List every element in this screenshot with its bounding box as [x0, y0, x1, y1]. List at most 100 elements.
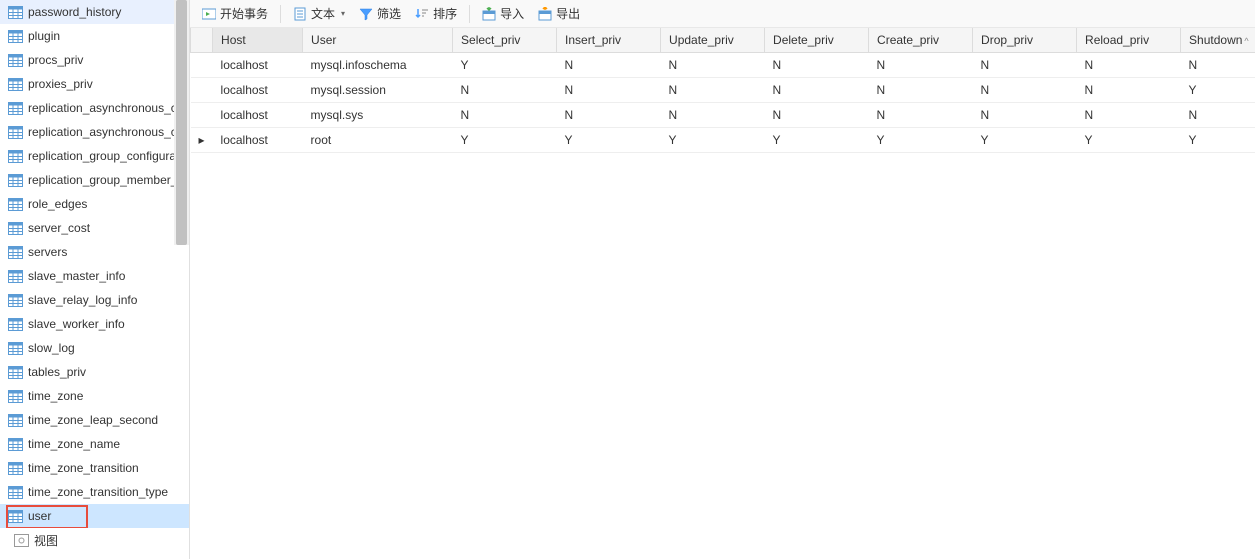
sidebar-item-server-cost[interactable]: server_cost	[0, 216, 189, 240]
cell[interactable]: Y	[1181, 77, 1255, 102]
cell[interactable]: Y	[661, 127, 765, 152]
cell[interactable]: N	[661, 52, 765, 77]
sidebar-item-proxies-priv[interactable]: proxies_priv	[0, 72, 189, 96]
cell[interactable]: N	[1077, 102, 1181, 127]
tree-item-label: replication_group_configuration_version	[28, 149, 189, 163]
sort-button[interactable]: 排序	[409, 3, 463, 25]
cell[interactable]: N	[973, 52, 1077, 77]
cell[interactable]: Y	[1077, 127, 1181, 152]
sidebar-item-replication-asynchronous-connection-failover[interactable]: replication_asynchronous_connection_fail…	[0, 96, 189, 120]
row-indicator	[191, 52, 213, 77]
cell[interactable]: N	[1077, 52, 1181, 77]
cell[interactable]: localhost	[213, 127, 303, 152]
column-header-delete_priv[interactable]: Delete_priv	[765, 28, 869, 52]
cell[interactable]: mysql.sys	[303, 102, 453, 127]
filter-button[interactable]: 筛选	[353, 3, 407, 25]
sidebar-item-procs-priv[interactable]: procs_priv	[0, 48, 189, 72]
table-icon	[8, 318, 23, 331]
cell[interactable]: N	[661, 102, 765, 127]
cell[interactable]: root	[303, 127, 453, 152]
cell[interactable]: N	[973, 102, 1077, 127]
table-row[interactable]: localhostmysql.infoschemaYNNNNNNN	[191, 52, 1255, 77]
table-row[interactable]: localhostmysql.sessionNNNNNNNY	[191, 77, 1255, 102]
sidebar-item-replication-asynchronous-connection-failover-managed[interactable]: replication_asynchronous_connection_fail…	[0, 120, 189, 144]
cell[interactable]: N	[1181, 52, 1255, 77]
cell[interactable]: N	[661, 77, 765, 102]
column-header-insert_priv[interactable]: Insert_priv	[557, 28, 661, 52]
sidebar-item-slave-relay-log-info[interactable]: slave_relay_log_info	[0, 288, 189, 312]
scrollbar-thumb[interactable]	[176, 0, 187, 245]
export-label: 导出	[556, 5, 580, 22]
cell[interactable]: Y	[453, 52, 557, 77]
cell[interactable]: N	[869, 52, 973, 77]
sidebar-item-plugin[interactable]: plugin	[0, 24, 189, 48]
sidebar-item-tables-priv[interactable]: tables_priv	[0, 360, 189, 384]
cell[interactable]: N	[453, 77, 557, 102]
cell[interactable]: N	[765, 52, 869, 77]
cell[interactable]: N	[765, 77, 869, 102]
sidebar-item-views[interactable]: 视图	[0, 528, 189, 552]
cell[interactable]: N	[557, 77, 661, 102]
cell[interactable]: N	[869, 77, 973, 102]
column-header-drop_priv[interactable]: Drop_priv	[973, 28, 1077, 52]
data-grid[interactable]: HostUserSelect_privInsert_privUpdate_pri…	[190, 28, 1255, 559]
table-row[interactable]: localhostmysql.sysNNNNNNNN	[191, 102, 1255, 127]
cell[interactable]: N	[973, 77, 1077, 102]
cell[interactable]: localhost	[213, 77, 303, 102]
tree-item-label: user	[28, 509, 51, 523]
sidebar-item-replication-group-member-actions[interactable]: replication_group_member_actions	[0, 168, 189, 192]
tree-item-label: time_zone_name	[28, 437, 120, 451]
cell[interactable]: N	[1077, 77, 1181, 102]
cell[interactable]: localhost	[213, 102, 303, 127]
sidebar-item-slave-master-info[interactable]: slave_master_info	[0, 264, 189, 288]
sidebar-scrollbar[interactable]	[174, 0, 189, 245]
text-button[interactable]: 文本 ▾	[287, 3, 351, 25]
cell[interactable]: localhost	[213, 52, 303, 77]
column-header-host[interactable]: Host	[213, 28, 303, 52]
export-button[interactable]: 导出	[532, 3, 586, 25]
cell[interactable]: N	[765, 102, 869, 127]
cell[interactable]: N	[1181, 102, 1255, 127]
import-button[interactable]: 导入	[476, 3, 530, 25]
column-header-create_priv[interactable]: Create_priv	[869, 28, 973, 52]
cell[interactable]: mysql.infoschema	[303, 52, 453, 77]
cell[interactable]: Y	[453, 127, 557, 152]
table-icon	[8, 78, 23, 91]
row-indicator	[191, 77, 213, 102]
sidebar-item-time-zone-transition[interactable]: time_zone_transition	[0, 456, 189, 480]
cell[interactable]: Y	[557, 127, 661, 152]
sidebar-item-replication-group-configuration-version[interactable]: replication_group_configuration_version	[0, 144, 189, 168]
tree-item-label: 视图	[34, 532, 58, 549]
sidebar-item-time-zone-transition-type[interactable]: time_zone_transition_type	[0, 480, 189, 504]
table-icon	[8, 294, 23, 307]
sidebar-item-time-zone-name[interactable]: time_zone_name	[0, 432, 189, 456]
cell[interactable]: N	[453, 102, 557, 127]
sidebar-item-slow-log[interactable]: slow_log	[0, 336, 189, 360]
cell[interactable]: Y	[765, 127, 869, 152]
column-header-shutdown[interactable]: Shutdown^	[1181, 28, 1255, 52]
cell[interactable]: Y	[973, 127, 1077, 152]
table-icon	[8, 102, 23, 115]
cell[interactable]: Y	[1181, 127, 1255, 152]
row-indicator-header	[191, 28, 213, 52]
sidebar-item-role-edges[interactable]: role_edges	[0, 192, 189, 216]
begin-transaction-button[interactable]: 开始事务	[196, 3, 274, 25]
cell[interactable]: N	[557, 52, 661, 77]
column-header-select_priv[interactable]: Select_priv	[453, 28, 557, 52]
column-header-user[interactable]: User	[303, 28, 453, 52]
cell[interactable]: N	[557, 102, 661, 127]
sidebar-item-servers[interactable]: servers	[0, 240, 189, 264]
cell[interactable]: mysql.session	[303, 77, 453, 102]
cell[interactable]: Y	[869, 127, 973, 152]
sidebar-item-slave-worker-info[interactable]: slave_worker_info	[0, 312, 189, 336]
table-row[interactable]: ▸localhostrootYYYYYYYY	[191, 127, 1255, 152]
sidebar-item-user[interactable]: user	[0, 504, 189, 528]
tree-item-label: procs_priv	[28, 53, 83, 67]
sidebar-item-password-history[interactable]: password_history	[0, 0, 189, 24]
column-header-reload_priv[interactable]: Reload_priv	[1077, 28, 1181, 52]
sidebar-item-time-zone-leap-second[interactable]: time_zone_leap_second	[0, 408, 189, 432]
sidebar-item-time-zone[interactable]: time_zone	[0, 384, 189, 408]
tree-item-label: slave_relay_log_info	[28, 293, 137, 307]
column-header-update_priv[interactable]: Update_priv	[661, 28, 765, 52]
cell[interactable]: N	[869, 102, 973, 127]
